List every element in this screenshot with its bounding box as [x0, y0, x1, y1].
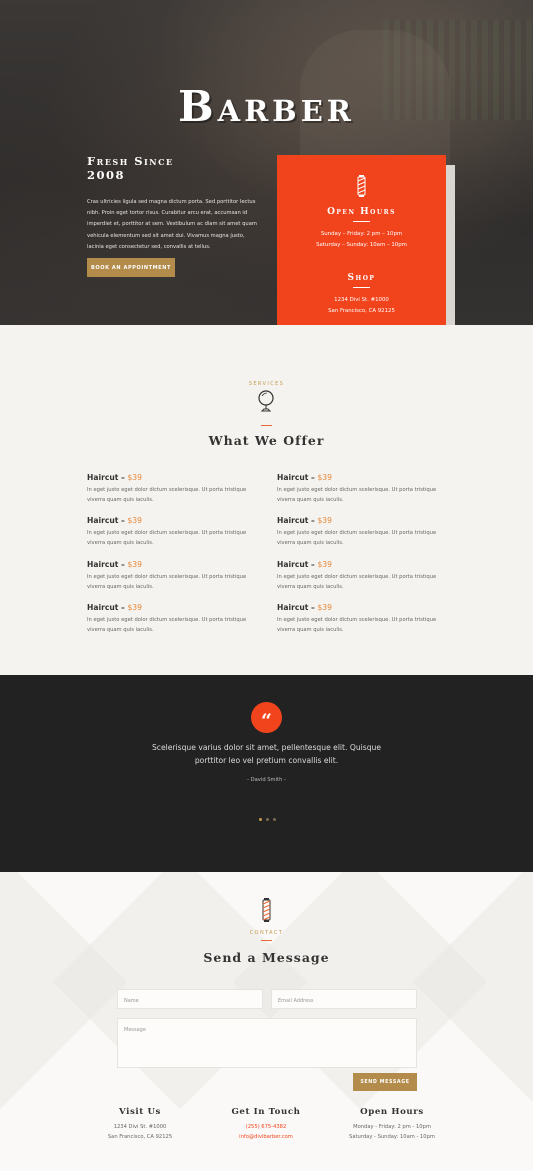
service-item: Haircut – $39 In eget justo eget dolor d…	[87, 560, 262, 592]
service-price: $39	[127, 603, 142, 612]
service-description: In eget justo eget dolor dictum sceleris…	[277, 617, 437, 633]
service-description: In eget justo eget dolor dictum sceleris…	[87, 530, 247, 546]
service-name: Haircut	[87, 603, 119, 612]
message-field[interactable]: Message	[117, 1018, 417, 1068]
hero-subtitle: Fresh Since 2008	[87, 154, 247, 182]
service-item: Haircut – $39 In eget justo eget dolor d…	[277, 473, 452, 505]
card-hours-line1: Sunday – Friday: 2 pm – 10pm	[320, 231, 403, 237]
service-description: In eget justo eget dolor dictum sceleris…	[87, 617, 247, 633]
testimonial-text: Scelerisque varius dolor sit amet, pelle…	[151, 743, 382, 765]
service-name: Haircut	[277, 516, 309, 525]
service-name: Haircut	[87, 516, 119, 525]
mirror-icon	[258, 390, 274, 412]
hero-subtitle-line2: 2008	[87, 168, 126, 182]
service-name: Haircut	[87, 560, 119, 569]
footer-visit-column: Visit Us 1234 Divi St. #1000 San Francis…	[75, 1107, 205, 1142]
service-name: Haircut	[277, 603, 309, 612]
service-description: In eget justo eget dolor dictum sceleris…	[277, 574, 437, 590]
send-message-button[interactable]: SEND MESSAGE	[353, 1073, 417, 1091]
footer-hours-column: Open Hours Monday - Friday: 2 pm - 10pm …	[327, 1107, 457, 1142]
service-price: $39	[317, 473, 332, 482]
service-price: $39	[127, 560, 142, 569]
footer-email-link[interactable]: info@divibarber.com	[201, 1132, 331, 1142]
slider-dots	[259, 818, 276, 821]
service-price: $39	[317, 560, 332, 569]
email-field[interactable]: Email Address	[271, 989, 417, 1009]
service-name: Haircut	[87, 473, 119, 482]
services-divider	[261, 425, 272, 426]
service-name: Haircut	[277, 473, 309, 482]
footer-visit-line2: San Francisco, CA 92125	[107, 1134, 173, 1140]
hero-body-text: Cras ultricies ligula sed magna dictum p…	[87, 199, 257, 250]
footer-visit-line1: 1234 Divi St. #1000	[113, 1124, 167, 1130]
card-hours-divider	[353, 221, 370, 222]
service-description: In eget justo eget dolor dictum sceleris…	[277, 530, 437, 546]
barber-pole-icon	[262, 898, 271, 922]
contact-divider	[261, 940, 272, 941]
services-eyebrow: SERVICES	[248, 381, 285, 387]
name-field[interactable]: Name	[117, 989, 263, 1009]
service-description: In eget justo eget dolor dictum sceleris…	[87, 487, 247, 503]
footer-phone-link[interactable]: (255) 675-4382	[201, 1122, 331, 1132]
service-item: Haircut – $39 In eget justo eget dolor d…	[87, 516, 262, 548]
background-diamond	[412, 872, 533, 1110]
footer-hours-line1: Monday - Friday: 2 pm - 10pm	[353, 1124, 431, 1130]
contact-section: CONTACT Send a Message Name Email Addres…	[0, 872, 533, 1171]
card-hours-line2: Saturday – Sunday: 10am – 10pm	[316, 242, 407, 248]
footer-touch-title: Get In Touch	[231, 1107, 301, 1117]
footer-hours-title: Open Hours	[360, 1107, 424, 1117]
testimonial-author: - David Smith -	[247, 777, 286, 783]
testimonial-section: “ Scelerisque varius dolor sit amet, pel…	[0, 675, 533, 872]
barber-pole-icon	[357, 175, 366, 197]
services-section: SERVICES What We Offer Haircut – $39 In …	[0, 325, 533, 675]
service-price: $39	[127, 516, 142, 525]
hero-title: Barber	[178, 82, 355, 131]
quote-icon: “	[251, 702, 282, 733]
info-card: Open Hours Sunday – Friday: 2 pm – 10pm …	[277, 155, 446, 341]
card-shop-line1: 1234 Divi St. #1000	[334, 297, 389, 303]
footer-contact-column: Get In Touch (255) 675-4382 info@divibar…	[201, 1107, 331, 1142]
footer-hours-line2: Saturday - Sunday: 10am - 10pm	[349, 1134, 435, 1140]
service-description: In eget justo eget dolor dictum sceleris…	[277, 487, 437, 503]
card-hours-title: Open Hours	[327, 207, 396, 217]
slider-dot-3[interactable]	[273, 818, 276, 821]
service-price: $39	[317, 603, 332, 612]
card-shop-divider	[353, 287, 370, 288]
footer-visit-title: Visit Us	[119, 1107, 161, 1117]
service-item: Haircut – $39 In eget justo eget dolor d…	[87, 603, 262, 635]
service-item: Haircut – $39 In eget justo eget dolor d…	[277, 516, 452, 548]
hero-subtitle-line1: Fresh Since	[87, 154, 174, 168]
slider-dot-2[interactable]	[266, 818, 269, 821]
slider-dot-1[interactable]	[259, 818, 262, 821]
services-title: What We Offer	[208, 433, 325, 448]
book-appointment-button[interactable]: BOOK AN APPOINTMENT	[87, 258, 175, 277]
service-price: $39	[317, 516, 332, 525]
card-shop-title: Shop	[347, 273, 376, 283]
service-description: In eget justo eget dolor dictum sceleris…	[87, 574, 247, 590]
service-item: Haircut – $39 In eget justo eget dolor d…	[277, 603, 452, 635]
contact-title: Send a Message	[203, 950, 330, 965]
service-item: Haircut – $39 In eget justo eget dolor d…	[277, 560, 452, 592]
service-price: $39	[127, 473, 142, 482]
service-name: Haircut	[277, 560, 309, 569]
contact-eyebrow: CONTACT	[249, 930, 284, 936]
service-item: Haircut – $39 In eget justo eget dolor d…	[87, 473, 262, 505]
card-shop-line2: San Francisco, CA 92125	[328, 308, 395, 314]
